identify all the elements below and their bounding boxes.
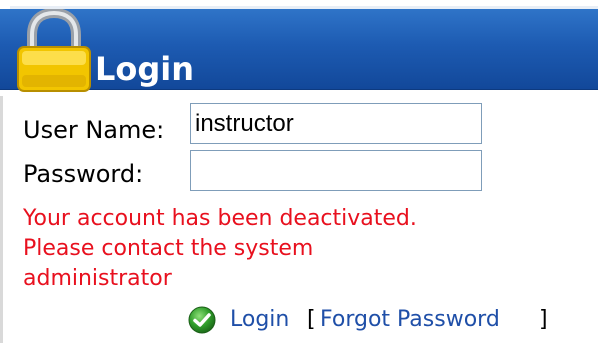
error-message: Your account has been deactivated. Pleas…	[23, 204, 583, 294]
error-line: Please contact the system	[23, 236, 314, 261]
password-input[interactable]	[190, 150, 482, 191]
username-input[interactable]	[190, 103, 482, 144]
error-line: Your account has been deactivated.	[23, 206, 417, 231]
page-title: Login	[95, 50, 195, 88]
bracket-close: ]	[539, 307, 548, 332]
password-label: Password:	[23, 160, 144, 188]
error-line: administrator	[23, 266, 172, 291]
bracket-open: [	[307, 307, 316, 332]
login-header: Login	[0, 9, 598, 92]
green-check-icon[interactable]	[188, 306, 216, 334]
login-panel: Login User Name: Password: Your account …	[0, 0, 598, 343]
login-link[interactable]: Login	[230, 306, 289, 334]
username-label: User Name:	[23, 116, 165, 144]
forgot-password-link[interactable]: Forgot Password	[320, 306, 500, 334]
panel-left-border	[0, 96, 3, 343]
padlock-icon	[17, 9, 91, 92]
